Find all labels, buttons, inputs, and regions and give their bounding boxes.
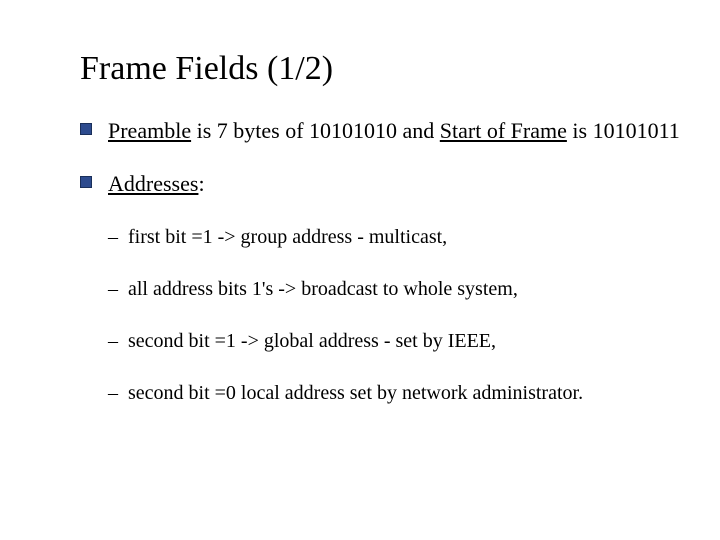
- preamble-text-2: is 10101011: [567, 118, 680, 143]
- sub-item-second-bit-0: – second bit =0 local address set by net…: [128, 380, 680, 406]
- addresses-sub-list: – first bit =1 -> group address - multic…: [108, 224, 680, 406]
- bullet-preamble: Preamble is 7 bytes of 10101010 and Star…: [108, 116, 680, 145]
- sub-item-text: second bit =0 local address set by netwo…: [128, 382, 583, 404]
- bullet-addresses: Addresses: – first bit =1 -> group addre…: [108, 169, 680, 406]
- sub-item-second-bit-1: – second bit =1 -> global address - set …: [128, 328, 680, 354]
- preamble-text-1: is 7 bytes of 10101010 and: [191, 118, 440, 143]
- start-of-frame-term: Start of Frame: [440, 118, 567, 143]
- preamble-term: Preamble: [108, 118, 191, 143]
- dash-bullet-icon: –: [108, 380, 118, 406]
- sub-item-first-bit: – first bit =1 -> group address - multic…: [128, 224, 680, 250]
- square-bullet-icon: [80, 123, 92, 135]
- main-bullet-list: Preamble is 7 bytes of 10101010 and Star…: [80, 116, 680, 406]
- dash-bullet-icon: –: [108, 276, 118, 302]
- sub-item-text: all address bits 1's -> broadcast to who…: [128, 278, 518, 300]
- sub-item-text: second bit =1 -> global address - set by…: [128, 330, 496, 352]
- addresses-term: Addresses: [108, 171, 198, 196]
- slide-title: Frame Fields (1/2): [80, 50, 680, 88]
- dash-bullet-icon: –: [108, 224, 118, 250]
- sub-item-text: first bit =1 -> group address - multicas…: [128, 226, 447, 248]
- dash-bullet-icon: –: [108, 328, 118, 354]
- sub-item-all-bits: – all address bits 1's -> broadcast to w…: [128, 276, 680, 302]
- square-bullet-icon: [80, 176, 92, 188]
- addresses-colon: :: [198, 171, 204, 196]
